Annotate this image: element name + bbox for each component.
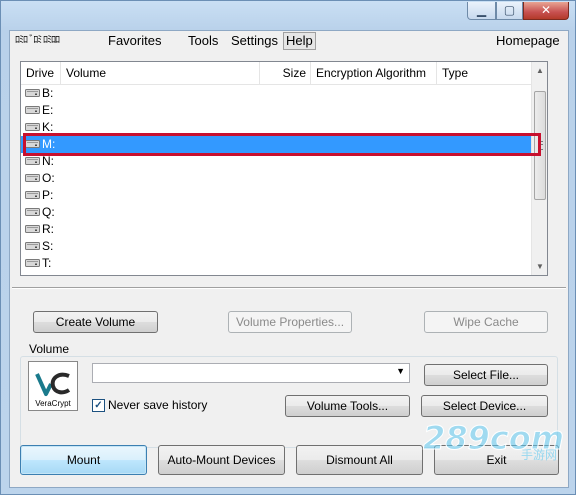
minimize-icon: ▁ [476, 3, 487, 17]
drive-row[interactable]: R: [21, 221, 531, 238]
drive-icon [25, 87, 40, 97]
drive-row[interactable]: E: [21, 102, 531, 119]
drive-row[interactable]: Q: [21, 204, 531, 221]
mount-button[interactable]: Mount [20, 445, 147, 475]
drive-icon [25, 240, 40, 250]
drive-list-scrollbar[interactable]: ▲ ▼ [531, 62, 547, 275]
column-drive[interactable]: Drive [21, 62, 61, 84]
svg-text:VeraCrypt: VeraCrypt [35, 399, 71, 408]
drive-icon [25, 257, 40, 267]
create-volume-button[interactable]: Create Volume [33, 311, 158, 333]
column-encryption-algorithm[interactable]: Encryption Algorithm [311, 62, 437, 84]
drive-row[interactable]: B: [21, 85, 531, 102]
drive-letter: R: [42, 222, 54, 236]
menu-homepage[interactable]: Homepage [494, 33, 562, 49]
select-file-button[interactable]: Select File... [424, 364, 548, 386]
title-bar[interactable]: ▁ ▢ ✕ [1, 1, 575, 29]
drive-row[interactable]: O: [21, 170, 531, 187]
menu-settings[interactable]: Settings [229, 33, 280, 49]
drive-list[interactable]: Drive Volume Size Encryption Algorithm T… [20, 61, 548, 276]
dismount-all-button[interactable]: Dismount All [296, 445, 423, 475]
volume-tools-button[interactable]: Volume Tools... [285, 395, 410, 417]
volume-group-label: Volume [27, 342, 72, 356]
scroll-down-icon[interactable]: ▼ [532, 258, 547, 275]
drive-icon [25, 223, 40, 233]
drive-letter: S: [42, 239, 54, 253]
drive-row[interactable]: T: [21, 255, 531, 272]
drive-icon [25, 155, 40, 165]
veracrypt-logo-icon: VeraCrypt [35, 372, 72, 408]
veracrypt-logo: VeraCrypt [28, 361, 78, 411]
drive-letter: P: [42, 188, 54, 202]
drive-icon [25, 189, 40, 199]
volume-path-combo[interactable]: ▼ [92, 363, 410, 383]
volume-properties-button[interactable]: Volume Properties... [228, 311, 352, 333]
watermark-subtext: 手游网 [521, 448, 557, 461]
drive-letter: N: [42, 154, 54, 168]
close-button[interactable]: ✕ [523, 2, 569, 20]
menu-tools[interactable]: Tools [186, 33, 220, 49]
maximize-button[interactable]: ▢ [496, 2, 523, 20]
column-volume[interactable]: Volume [61, 62, 260, 84]
drive-list-header: Drive Volume Size Encryption Algorithm T… [21, 62, 531, 85]
drive-icon [25, 172, 40, 182]
menu-bar: ﾛﾐﾛ ﾞﾛﾐ ﾛﾐﾛﾛ Favorites Tools Settings He… [10, 31, 568, 51]
check-icon: ✓ [94, 400, 103, 411]
drive-row[interactable]: P: [21, 187, 531, 204]
auto-mount-devices-button[interactable]: Auto-Mount Devices [158, 445, 285, 475]
drive-letter: T: [42, 256, 52, 270]
menu-volumes-system-garbled[interactable]: ﾛﾐﾛ ﾞﾛﾐ ﾛﾐﾛﾛ [13, 33, 61, 49]
selection-highlight-box [23, 133, 541, 156]
menu-favorites[interactable]: Favorites [108, 33, 175, 49]
column-type[interactable]: Type [437, 62, 531, 84]
select-device-button[interactable]: Select Device... [421, 395, 548, 417]
minimize-button[interactable]: ▁ [467, 2, 496, 20]
never-save-history-checkbox[interactable]: ✓ [92, 399, 105, 412]
site-watermark: 289com 手游网 [423, 419, 565, 462]
menu-help[interactable]: Help [283, 32, 316, 50]
drive-row[interactable]: S: [21, 238, 531, 255]
drive-letter: Q: [42, 205, 55, 219]
drive-letter: O: [42, 171, 55, 185]
scroll-up-icon[interactable]: ▲ [532, 62, 547, 79]
drive-icon [25, 121, 40, 131]
drive-icon [25, 206, 40, 216]
close-icon: ✕ [540, 3, 552, 17]
drive-icon [25, 104, 40, 114]
column-size[interactable]: Size [260, 62, 311, 84]
chevron-down-icon[interactable]: ▼ [396, 366, 405, 376]
app-window: ▁ ▢ ✕ ﾛﾐﾛ ﾞﾛﾐ ﾛﾐﾛﾛ Favorites Tools Setti… [0, 0, 576, 495]
drive-letter: E: [42, 103, 54, 117]
wipe-cache-button[interactable]: Wipe Cache [424, 311, 548, 333]
separator [12, 287, 566, 289]
maximize-icon: ▢ [503, 3, 516, 17]
never-save-history-label[interactable]: Never save history [108, 398, 207, 412]
drive-letter: B: [42, 86, 54, 100]
